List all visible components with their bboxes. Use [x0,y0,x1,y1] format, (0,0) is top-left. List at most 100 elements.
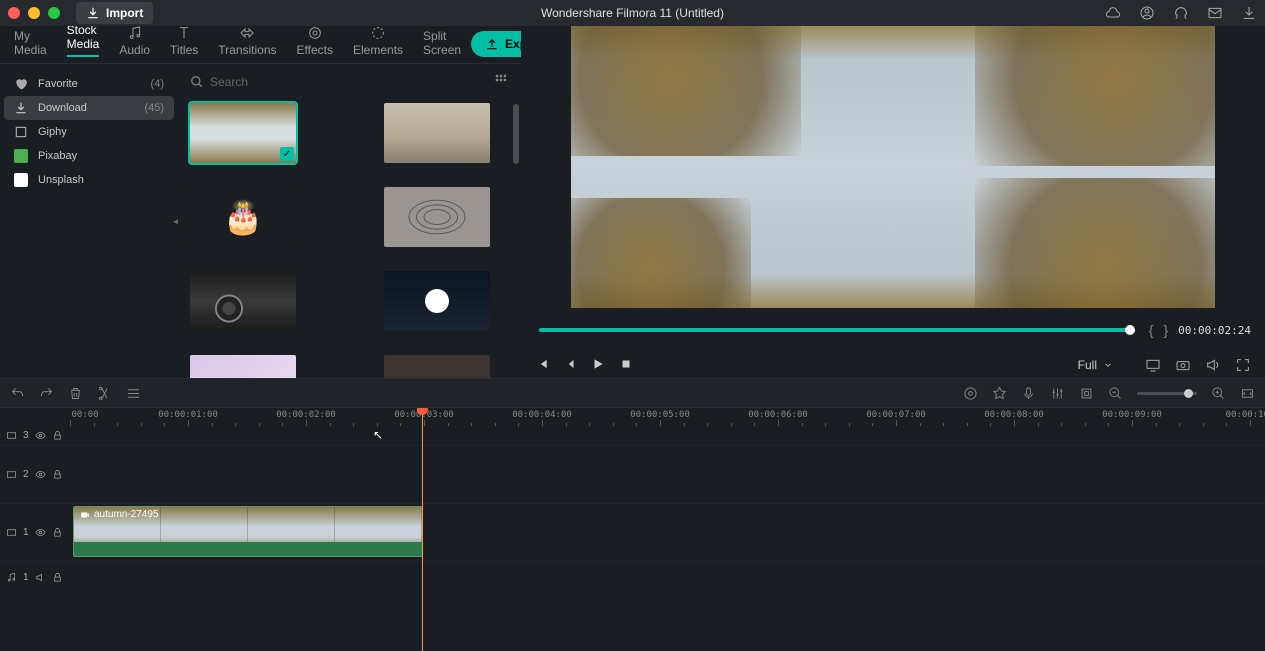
stop-button[interactable] [619,357,633,374]
tab-effects[interactable]: Effects [287,25,343,63]
sidebar-item-pixabay[interactable]: Pixabay [4,144,174,168]
media-tabs: My Media Stock Media Audio Titles Transi… [0,26,521,64]
sidebar-item-giphy[interactable]: Giphy [4,120,174,144]
prev-frame-button[interactable] [535,357,549,374]
playhead[interactable] [422,408,423,651]
import-label: Import [106,6,143,20]
tab-transitions[interactable]: Transitions [208,25,286,63]
step-back-button[interactable] [563,357,577,374]
timecode-display: 00:00:02:24 [1178,324,1251,337]
progress-bar[interactable] [539,328,1135,332]
crop-button[interactable] [1079,386,1094,401]
redo-button[interactable] [39,386,54,401]
save-icon[interactable] [1241,5,1257,21]
mark-out-button[interactable]: } [1163,322,1168,338]
quality-selector[interactable]: Full [1070,356,1121,374]
preview-video[interactable] [571,26,1215,308]
voiceover-button[interactable] [1021,386,1036,401]
track-header-a1: 1 [0,572,70,583]
track-number: 1 [23,572,29,583]
zoom-in-button[interactable] [1211,386,1226,401]
grid-view-toggle[interactable] [493,72,509,91]
minimize-window-button[interactable] [28,7,40,19]
thumbnail-moon[interactable] [384,271,490,331]
split-button[interactable] [97,386,112,401]
zoom-out-button[interactable] [1108,386,1123,401]
more-button[interactable] [126,386,141,401]
close-window-button[interactable] [8,7,20,19]
mute-icon[interactable] [35,572,46,583]
thumbnail-spiral[interactable] [384,187,490,247]
track-body-v1[interactable]: autumn-27495 [70,504,1265,561]
thumbnail-autumn[interactable]: ✓ [190,103,296,163]
track-header-v3: 3 [0,430,70,441]
sidebar-count: (45) [144,102,164,114]
thumbnail-cake[interactable]: 🎂 [190,187,296,247]
lock-icon[interactable] [52,430,63,441]
render-button[interactable] [963,386,978,401]
marker-button[interactable] [992,386,1007,401]
sidebar-label: Unsplash [38,174,84,186]
media-sidebar: Favorite (4) Download (45) Giphy [0,64,178,378]
account-icon[interactable] [1139,5,1155,21]
track-v1: 1 autumn-27495 [0,504,1265,562]
clip-name: autumn-27495 [94,509,159,520]
mark-in-button[interactable]: { [1149,322,1154,338]
import-button[interactable]: Import [76,2,153,24]
snapshot-icon[interactable] [1175,357,1191,373]
zoom-slider[interactable] [1137,392,1197,395]
audio-track-icon [6,572,17,583]
preview-progress-row: { } 00:00:02:24 [527,308,1259,352]
clip-autumn[interactable]: autumn-27495 [73,506,423,557]
cloud-icon[interactable] [1105,5,1121,21]
thumbnails-scrollbar[interactable] [513,104,519,164]
track-number: 3 [23,430,29,441]
sidebar-item-unsplash[interactable]: Unsplash [4,168,174,192]
lock-icon[interactable] [52,572,63,583]
headphones-icon[interactable] [1173,5,1189,21]
thumbnail-flowers[interactable] [190,355,296,378]
tab-label: Elements [353,43,403,57]
top-section: My Media Stock Media Audio Titles Transi… [0,26,1265,378]
zoom-fit-button[interactable] [1240,386,1255,401]
undo-button[interactable] [10,386,25,401]
sidebar-item-favorite[interactable]: Favorite (4) [4,72,174,96]
volume-icon[interactable] [1205,357,1221,373]
track-body-v3[interactable] [70,426,1265,445]
track-body-v2[interactable] [70,446,1265,503]
delete-button[interactable] [68,386,83,401]
thumbnails-area: Search ✓ 🎂 [178,64,521,378]
thumbnail-people[interactable] [384,355,490,378]
tab-titles[interactable]: Titles [160,25,208,63]
timeline-toolbar [0,378,1265,408]
sidebar-item-download[interactable]: Download (45) [4,96,174,120]
lock-icon[interactable] [52,469,63,480]
mixer-button[interactable] [1050,386,1065,401]
thumbnail-bike[interactable] [384,103,490,163]
timeline-ruler[interactable]: 00:0000:00:01:0000:00:02:0000:00:03:0000… [0,408,1265,426]
track-body-a1[interactable] [70,562,1265,592]
track-v2: 2 [0,446,1265,504]
search-input[interactable]: Search [190,75,485,89]
timeline: 00:0000:00:01:0000:00:02:0000:00:03:0000… [0,408,1265,651]
display-icon[interactable] [1145,357,1161,373]
sidebar-label: Pixabay [38,150,77,162]
maximize-window-button[interactable] [48,7,60,19]
tab-elements[interactable]: Elements [343,25,413,63]
export-icon [485,37,499,51]
video-icon [80,510,90,520]
sidebar-count: (4) [151,78,164,90]
thumbnail-car[interactable] [190,271,296,331]
fullscreen-icon[interactable] [1235,357,1251,373]
visibility-icon[interactable] [35,527,46,538]
ruler-label: 00:00:05:00 [630,410,690,420]
lock-icon[interactable] [52,527,63,538]
playback-controls: Full [527,352,1259,378]
visibility-icon[interactable] [35,430,46,441]
visibility-icon[interactable] [35,469,46,480]
ruler-label: 00:00:01:00 [158,410,218,420]
heart-icon [14,77,28,91]
tab-audio[interactable]: Audio [109,25,160,63]
mail-icon[interactable] [1207,5,1223,21]
play-button[interactable] [591,357,605,374]
